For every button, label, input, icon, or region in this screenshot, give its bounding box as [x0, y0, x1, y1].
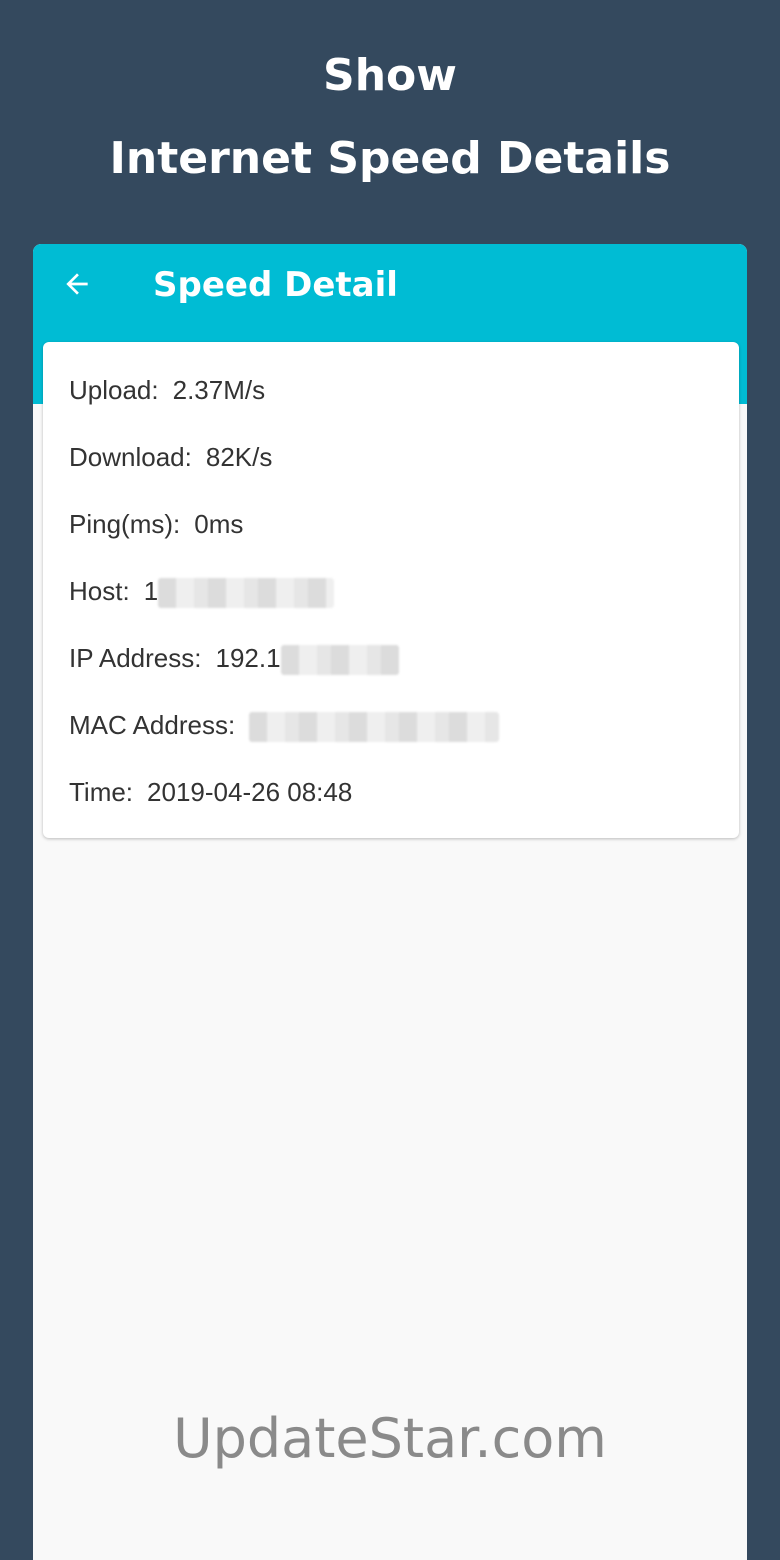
upload-row: Upload: 2.37M/s	[69, 372, 265, 408]
upload-label: Upload:	[69, 375, 159, 405]
ip-value: 192.1	[215, 643, 281, 673]
arrow-left-icon	[66, 273, 88, 295]
watermark: UpdateStar.com	[173, 1407, 607, 1470]
time-value: 2019-04-26 08:48	[147, 777, 353, 807]
back-button[interactable]	[57, 264, 97, 304]
host-label: Host:	[69, 576, 130, 606]
ping-row: Ping(ms): 0ms	[69, 506, 243, 542]
download-row: Download: 82K/s	[69, 439, 272, 475]
ip-label: IP Address:	[69, 643, 202, 673]
host-value: 1	[143, 576, 159, 606]
ip-row: IP Address: 192.1	[69, 640, 399, 676]
upload-value: 2.37M/s	[172, 375, 266, 405]
mac-redacted	[249, 712, 500, 743]
mac-row: MAC Address:	[69, 707, 500, 743]
phone-screen: Speed Detail Upload: 2.37M/s Download: 82K…	[33, 244, 747, 1560]
page-title: Speed Detail	[153, 265, 398, 305]
speed-detail-card: Upload: 2.37M/s Download: 82K/s Ping(ms): 0…	[43, 342, 739, 838]
promo-line-1: Show	[323, 50, 457, 101]
download-label: Download:	[69, 442, 192, 472]
download-value: 82K/s	[205, 442, 273, 472]
ip-redacted	[280, 645, 399, 676]
time-row: Time: 2019-04-26 08:48	[69, 774, 352, 810]
promo-line-2: Internet Speed Details	[109, 133, 671, 184]
host-row: Host: 1	[69, 573, 335, 609]
ping-value: 0ms	[194, 509, 244, 539]
host-redacted	[158, 578, 335, 609]
ping-label: Ping(ms):	[69, 509, 181, 539]
time-label: Time:	[69, 777, 134, 807]
mac-label: MAC Address:	[69, 710, 236, 740]
